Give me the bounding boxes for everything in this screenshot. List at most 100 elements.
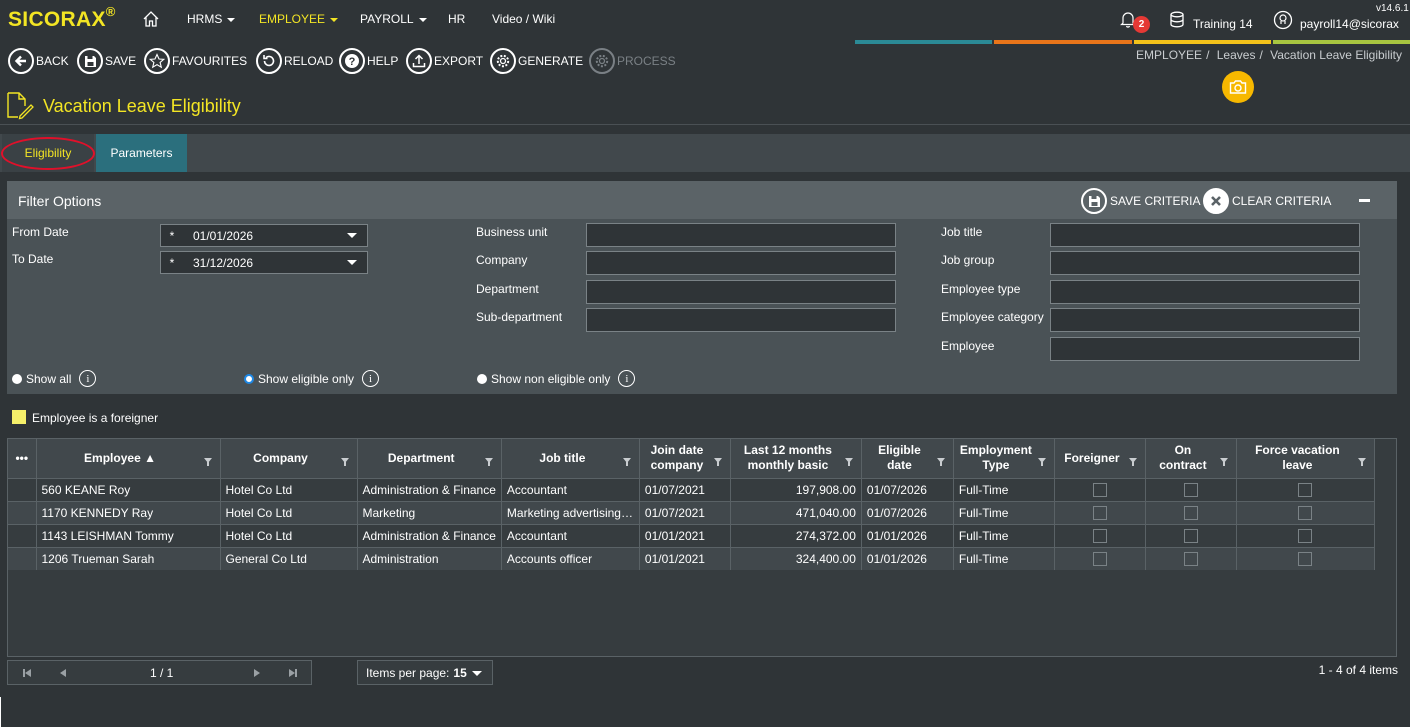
- on-contract-checkbox[interactable]: [1183, 528, 1198, 543]
- on-contract-checkbox[interactable]: [1183, 552, 1198, 567]
- table-row[interactable]: 560 KEANE Roy Hotel Co Ltd Administratio…: [8, 477, 1375, 501]
- filter-icon[interactable]: [936, 458, 945, 466]
- nav-hrms[interactable]: HRMS: [187, 12, 236, 26]
- clear-criteria-button[interactable]: CLEAR CRITERIA: [1203, 187, 1331, 215]
- nav-video-wiki[interactable]: Video / Wiki: [492, 12, 555, 26]
- department-input[interactable]: [586, 280, 896, 304]
- filter-icon[interactable]: [713, 458, 722, 466]
- prev-page-icon[interactable]: [60, 669, 66, 677]
- business-unit-input[interactable]: [586, 223, 896, 247]
- info-icon[interactable]: i: [618, 370, 636, 387]
- employee-table: ••• Employee ▲ Company Department Job ti…: [8, 439, 1375, 570]
- column-on-contract[interactable]: On contract: [1145, 439, 1237, 478]
- employee-category-input[interactable]: [1050, 308, 1360, 332]
- employee-type-input[interactable]: [1050, 280, 1360, 304]
- table-row[interactable]: 1170 KENNEDY Ray Hotel Co Ltd Marketing …: [8, 500, 1375, 524]
- favourites-button[interactable]: FAVOURITES: [144, 46, 247, 76]
- column-company[interactable]: Company: [220, 439, 358, 478]
- notification-badge[interactable]: 2: [1133, 16, 1150, 33]
- column-employment-type[interactable]: Employment Type: [953, 439, 1055, 478]
- logo[interactable]: SICORAX®: [8, 4, 116, 32]
- on-contract-checkbox[interactable]: [1183, 482, 1198, 497]
- next-page-icon[interactable]: [254, 669, 260, 677]
- column-employee[interactable]: Employee ▲: [36, 439, 221, 478]
- breadcrumb-leaves[interactable]: Leaves: [1217, 48, 1256, 62]
- save-criteria-button[interactable]: SAVE CRITERIA: [1081, 187, 1200, 215]
- radio-show-all[interactable]: Show all i: [12, 370, 97, 387]
- foreigner-checkbox[interactable]: [1092, 528, 1107, 543]
- radio-show-eligible[interactable]: Show eligible only i: [244, 370, 380, 387]
- home-icon[interactable]: [141, 9, 161, 29]
- breadcrumb-employee[interactable]: EMPLOYEE: [1136, 48, 1202, 62]
- force-vacation-checkbox[interactable]: [1298, 505, 1313, 520]
- column-job-title[interactable]: Job title: [501, 439, 640, 478]
- department-label: Department: [476, 282, 539, 296]
- job-title-label: Job title: [941, 225, 983, 239]
- nav-hr[interactable]: HR: [448, 12, 465, 26]
- radio-show-non-eligible[interactable]: Show non eligible only i: [477, 370, 636, 387]
- items-per-page-select[interactable]: Items per page: 15: [357, 660, 493, 685]
- sub-department-input[interactable]: [586, 308, 896, 332]
- foreigner-checkbox[interactable]: [1092, 482, 1107, 497]
- camera-icon: [1229, 80, 1247, 94]
- nav-employee[interactable]: EMPLOYEE: [259, 12, 339, 26]
- export-button[interactable]: EXPORT: [406, 46, 483, 76]
- filter-icon[interactable]: [1128, 458, 1137, 466]
- process-button[interactable]: PROCESS: [589, 46, 676, 76]
- force-vacation-checkbox[interactable]: [1298, 528, 1313, 543]
- column-foreigner[interactable]: Foreigner: [1054, 439, 1146, 478]
- from-date-field[interactable]: * 01/01/2026: [160, 224, 368, 247]
- filter-icon[interactable]: [203, 458, 212, 466]
- save-button[interactable]: SAVE: [77, 46, 136, 76]
- table-row[interactable]: 1143 LEISHMAN Tommy Hotel Co Ltd Adminis…: [8, 523, 1375, 547]
- job-group-input[interactable]: [1050, 251, 1360, 275]
- foreigner-checkbox[interactable]: [1092, 552, 1107, 567]
- generate-button[interactable]: GENERATE: [490, 46, 583, 76]
- info-icon[interactable]: i: [79, 370, 97, 387]
- column-force-vacation[interactable]: Force vacation leave: [1236, 439, 1375, 478]
- filter-icon[interactable]: [1357, 458, 1366, 466]
- filter-title: Filter Options: [18, 193, 102, 209]
- user-icon[interactable]: [1273, 10, 1293, 30]
- nav-payroll[interactable]: PAYROLL: [360, 12, 427, 26]
- back-button[interactable]: BACK: [8, 46, 69, 76]
- help-button[interactable]: ? HELP: [339, 46, 398, 76]
- column-join-date[interactable]: Join date company: [639, 439, 731, 478]
- database-icon[interactable]: [1169, 11, 1185, 28]
- foreigner-legend-swatch: [12, 410, 26, 424]
- chevron-down-icon[interactable]: [472, 671, 482, 676]
- tab-parameters[interactable]: Parameters: [96, 134, 187, 172]
- force-vacation-checkbox[interactable]: [1298, 552, 1313, 567]
- database-label[interactable]: Training 14: [1193, 17, 1253, 31]
- foreigner-checkbox[interactable]: [1092, 505, 1107, 520]
- column-eligible-date[interactable]: Eligible date: [861, 439, 954, 478]
- collapse-icon[interactable]: [1359, 199, 1370, 202]
- tabs-bar: [0, 134, 1410, 172]
- camera-button[interactable]: [1222, 71, 1254, 103]
- chevron-down-icon[interactable]: [347, 260, 357, 265]
- title-divider: [0, 124, 1410, 125]
- filter-icon[interactable]: [484, 458, 493, 466]
- column-department[interactable]: Department: [357, 439, 502, 478]
- table-row[interactable]: 1206 Trueman Sarah General Co Ltd Admini…: [8, 546, 1375, 570]
- to-date-field[interactable]: * 31/12/2026: [160, 251, 368, 274]
- on-contract-checkbox[interactable]: [1183, 505, 1198, 520]
- user-label[interactable]: payroll14@sicorax: [1300, 17, 1399, 31]
- foreigner-legend-label: Employee is a foreigner: [32, 411, 159, 425]
- column-monthly-basic[interactable]: Last 12 months monthly basic: [730, 439, 862, 478]
- filter-icon[interactable]: [340, 458, 349, 466]
- filter-icon[interactable]: [1219, 458, 1228, 466]
- filter-icon[interactable]: [622, 458, 631, 466]
- column-menu[interactable]: •••: [8, 439, 37, 478]
- info-icon[interactable]: i: [362, 370, 380, 387]
- filter-icon[interactable]: [844, 458, 853, 466]
- reload-icon: [256, 48, 282, 74]
- filter-icon[interactable]: [1037, 458, 1046, 466]
- employee-input[interactable]: [1050, 337, 1360, 361]
- company-input[interactable]: [586, 251, 896, 275]
- chevron-down-icon[interactable]: [347, 233, 357, 238]
- force-vacation-checkbox[interactable]: [1298, 482, 1313, 497]
- page-indicator: 1 / 1: [150, 666, 174, 680]
- reload-button[interactable]: RELOAD: [256, 46, 333, 76]
- job-title-input[interactable]: [1050, 223, 1360, 247]
